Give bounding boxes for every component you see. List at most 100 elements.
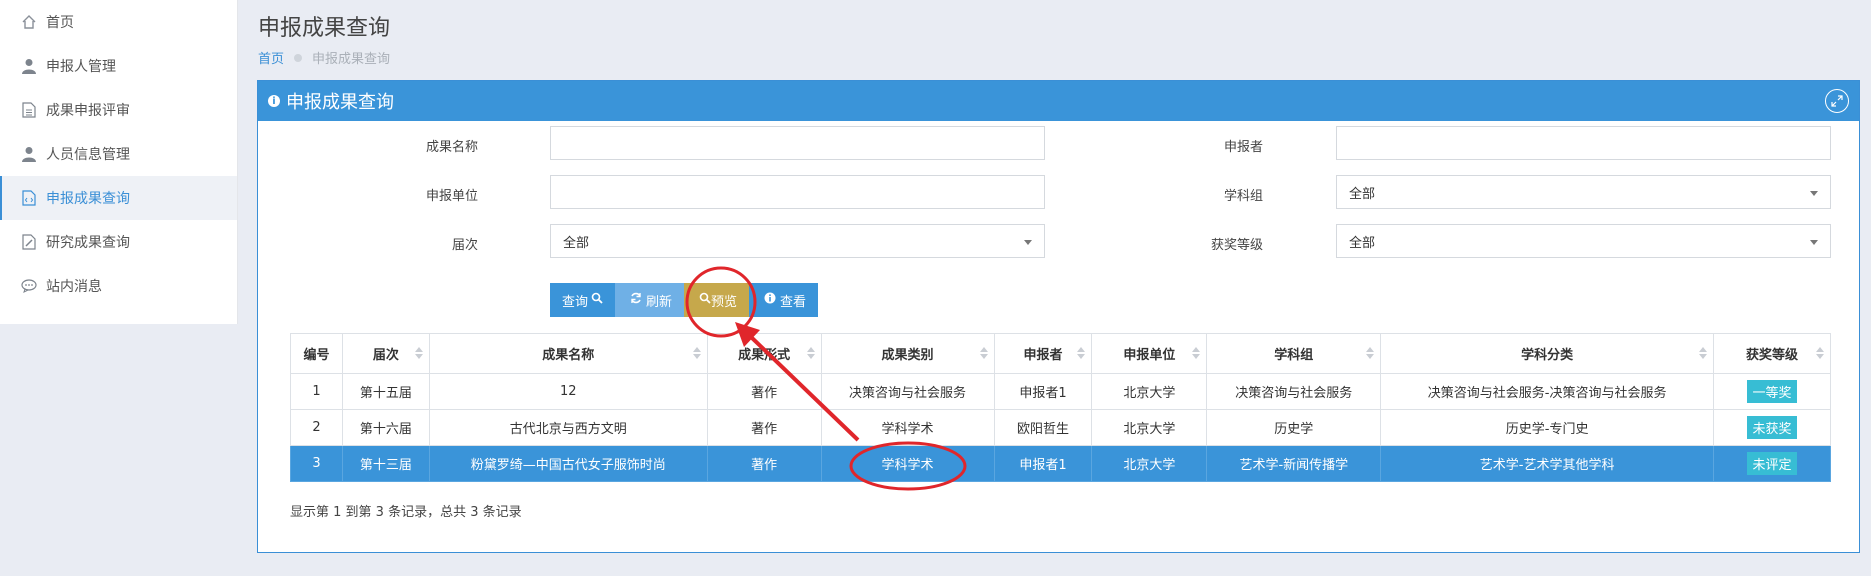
- table-cell: 1: [290, 373, 343, 410]
- award-label: 获奖等级: [1210, 238, 1263, 253]
- query-panel: i 申报成果查询 成果名称 申报者 申报单位 学科组 全部 届次 全部 获奖等级…: [257, 80, 1860, 553]
- sidebar-item-result-review[interactable]: 成果申报评审: [0, 88, 237, 132]
- table-row[interactable]: 2 第十六届 古代北京与西方文明 著作 学科学术 欧阳哲生 北京大学 历史学 历…: [290, 409, 1831, 446]
- home-icon: [20, 13, 38, 31]
- sidebar-item-label: 站内消息: [46, 279, 102, 295]
- refresh-button[interactable]: 刷新: [615, 283, 685, 317]
- page-title: 申报成果查询: [258, 16, 391, 41]
- table-cell: 历史学-专门史: [1380, 409, 1714, 446]
- search-icon: [588, 292, 603, 308]
- table-cell: 著作: [706, 409, 822, 446]
- breadcrumb-home-link[interactable]: 首页: [258, 48, 284, 67]
- column-header[interactable]: 届次: [341, 333, 430, 374]
- results-table: 编号 届次 成果名称 成果形式 成果类别 申报者 申报单位 学科组 学科分类 获…: [290, 333, 1831, 482]
- sort-icon: [1077, 347, 1086, 359]
- column-header-label: 成果名称: [542, 348, 595, 363]
- table-cell: 第十三届: [341, 445, 430, 482]
- sort-icon: [692, 347, 701, 359]
- table-cell: 欧阳哲生: [993, 409, 1093, 446]
- query-button-label: 查询: [562, 294, 589, 310]
- sidebar-item-label: 申报人管理: [46, 59, 116, 75]
- applicant-label: 申报者: [1223, 140, 1263, 155]
- view-button[interactable]: 查看: [749, 283, 819, 317]
- column-header[interactable]: 学科组: [1206, 333, 1382, 374]
- panel-header: i 申报成果查询: [258, 81, 1859, 121]
- search-icon: [696, 292, 711, 308]
- sort-icon: [414, 347, 423, 359]
- column-header[interactable]: 编号: [290, 333, 343, 374]
- table-cell: 艺术学-艺术学其他学科: [1380, 445, 1714, 482]
- chat-icon: [20, 277, 38, 295]
- breadcrumb: 首页 申报成果查询: [258, 48, 390, 67]
- unit-label: 申报单位: [425, 189, 478, 204]
- expand-icon[interactable]: [1825, 89, 1849, 113]
- award-badge: 一等奖: [1747, 380, 1797, 403]
- column-header-label: 成果类别: [881, 348, 934, 363]
- sidebar-item-home[interactable]: 首页: [0, 0, 237, 44]
- refresh-icon: [627, 292, 642, 308]
- breadcrumb-separator: [294, 53, 303, 62]
- table-cell: 一等奖: [1713, 373, 1831, 410]
- sidebar-item-label: 研究成果查询: [46, 235, 130, 251]
- breadcrumb-current: 申报成果查询: [312, 52, 391, 67]
- info-icon: i: [268, 95, 280, 107]
- table-cell: 粉黛罗绮—中国古代女子服饰时尚: [428, 445, 708, 482]
- sidebar-item-result-query[interactable]: 申报成果查询: [0, 176, 237, 220]
- column-header[interactable]: 学科分类: [1380, 333, 1714, 374]
- refresh-button-label: 刷新: [646, 294, 673, 310]
- sort-icon: [1816, 347, 1824, 359]
- edit-file-icon: [20, 233, 38, 251]
- table-cell: 12: [428, 373, 708, 410]
- document-icon: [20, 101, 38, 119]
- user-icon: [20, 145, 38, 163]
- sidebar-item-applicant-management[interactable]: 申报人管理: [0, 44, 237, 88]
- table-cell: 古代北京与西方文明: [428, 409, 708, 446]
- query-button[interactable]: 查询: [550, 283, 616, 317]
- sidebar: 首页 申报人管理 成果申报评审 人员信息管理 申报成果查询 研究成果查询 站内消…: [0, 0, 238, 324]
- award-badge: 未获奖: [1747, 416, 1797, 439]
- code-file-icon: [20, 189, 38, 207]
- result-name-input[interactable]: [550, 126, 1045, 160]
- result-name-label: 成果名称: [425, 140, 478, 155]
- sidebar-item-research-query[interactable]: 研究成果查询: [0, 220, 237, 264]
- table-cell: 著作: [706, 445, 822, 482]
- panel-title: 申报成果查询: [286, 92, 394, 113]
- table-cell: 未获奖: [1713, 409, 1831, 446]
- table-row-selected[interactable]: 3 第十三届 粉黛罗绮—中国古代女子服饰时尚 著作 学科学术 申报者1 北京大学…: [290, 445, 1831, 482]
- column-header[interactable]: 获奖等级: [1713, 333, 1831, 374]
- award-select[interactable]: 全部: [1336, 224, 1831, 258]
- column-header-label: 学科分类: [1521, 348, 1574, 363]
- table-cell: 申报者1: [993, 373, 1093, 410]
- sidebar-item-label: 首页: [46, 15, 74, 31]
- unit-input[interactable]: [550, 175, 1045, 209]
- column-header[interactable]: 申报单位: [1091, 333, 1208, 374]
- preview-button[interactable]: 预览: [684, 283, 750, 317]
- applicant-input[interactable]: [1336, 126, 1831, 160]
- sidebar-item-messages[interactable]: 站内消息: [0, 264, 237, 308]
- action-buttons: 查询 刷新 预览 查看: [550, 283, 819, 317]
- table-cell: 3: [290, 445, 343, 482]
- column-header-label: 学科组: [1274, 348, 1314, 363]
- table-cell: 申报者1: [993, 445, 1093, 482]
- column-header[interactable]: 成果形式: [706, 333, 822, 374]
- column-header-label: 获奖等级: [1745, 348, 1798, 363]
- table-cell: 决策咨询与社会服务-决策咨询与社会服务: [1380, 373, 1714, 410]
- column-header[interactable]: 申报者: [993, 333, 1093, 374]
- info-icon: [761, 292, 776, 308]
- subject-group-label: 学科组: [1223, 189, 1263, 204]
- subject-group-select[interactable]: 全部: [1336, 175, 1831, 209]
- table-header-row: 编号 届次 成果名称 成果形式 成果类别 申报者 申报单位 学科组 学科分类 获…: [290, 333, 1831, 374]
- column-header[interactable]: 成果类别: [820, 333, 995, 374]
- column-header-label: 成果形式: [738, 348, 791, 363]
- sidebar-item-personnel-management[interactable]: 人员信息管理: [0, 132, 237, 176]
- table-cell: 未评定: [1713, 445, 1831, 482]
- session-select[interactable]: 全部: [550, 224, 1045, 258]
- user-icon: [20, 57, 38, 75]
- table-cell: 著作: [706, 373, 822, 410]
- table-cell: 北京大学: [1091, 445, 1208, 482]
- column-header[interactable]: 成果名称: [428, 333, 708, 374]
- table-cell: 学科学术: [820, 445, 995, 482]
- view-button-label: 查看: [780, 294, 807, 310]
- table-row[interactable]: 1 第十五届 12 著作 决策咨询与社会服务 申报者1 北京大学 决策咨询与社会…: [290, 373, 1831, 410]
- table-cell: 学科学术: [820, 409, 995, 446]
